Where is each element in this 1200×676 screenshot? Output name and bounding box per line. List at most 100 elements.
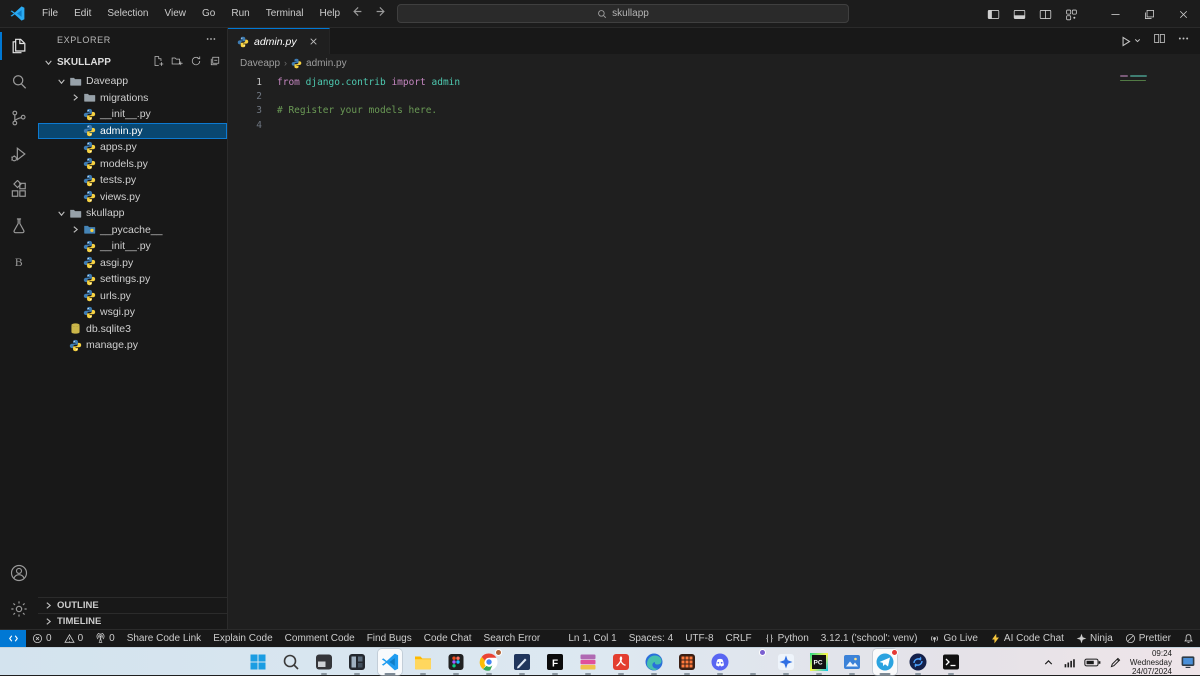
taskbar-app-widgets[interactable]	[345, 649, 369, 675]
tree-item-pycache[interactable]: __pycache__	[38, 222, 227, 239]
forward-icon[interactable]	[375, 5, 388, 23]
tray-app-icon[interactable]	[1180, 654, 1196, 670]
menu-terminal[interactable]: Terminal	[258, 0, 312, 28]
minimap[interactable]	[1120, 75, 1156, 84]
taskbar-terminal[interactable]	[939, 649, 963, 675]
code-editor[interactable]: 1 from django.contrib import admin 2 3 # Reg…	[228, 72, 1200, 133]
status-0[interactable]: 0	[58, 630, 90, 648]
refresh-icon[interactable]	[190, 55, 202, 70]
source-control-icon[interactable]	[0, 100, 38, 136]
run-debug-icon[interactable]	[0, 136, 38, 172]
taskbar-f-app[interactable]: F	[543, 649, 567, 675]
run-button[interactable]	[1119, 32, 1142, 50]
taskbar-chrome2[interactable]	[741, 649, 766, 675]
tree-item-init-py[interactable]: __init__.py	[38, 238, 227, 255]
tree-item-init-py[interactable]: __init__.py	[38, 106, 227, 123]
status-prettier[interactable]: Prettier	[1119, 630, 1177, 648]
tree-item-daveapp[interactable]: Daveapp	[38, 73, 227, 90]
status-find-bugs[interactable]: Find Bugs	[361, 630, 418, 648]
tree-item-wsgi-py[interactable]: wsgi.py	[38, 304, 227, 321]
tree-item-models-py[interactable]: models.py	[38, 156, 227, 173]
toggle-panel-icon[interactable]	[1006, 0, 1032, 28]
breadcrumb-file[interactable]: admin.py	[306, 58, 347, 69]
b-ext-icon[interactable]: B	[0, 244, 38, 280]
menu-run[interactable]: Run	[223, 0, 257, 28]
tree-item-tests-py[interactable]: tests.py	[38, 172, 227, 189]
status-ln-1-col-1[interactable]: Ln 1, Col 1	[562, 630, 622, 648]
pen-icon[interactable]	[1109, 656, 1122, 669]
tree-item-skullapp[interactable]: skullapp	[38, 205, 227, 222]
taskbar-search[interactable]	[279, 649, 303, 675]
more-actions-icon[interactable]	[205, 33, 217, 47]
tree-item-admin-py[interactable]: admin.py	[38, 122, 227, 139]
new-file-icon[interactable]	[152, 55, 164, 70]
collapse-folders-icon[interactable]	[209, 55, 221, 70]
breadcrumb[interactable]: Daveapp › admin.py	[228, 54, 1200, 72]
menu-file[interactable]: File	[34, 0, 66, 28]
battery-icon[interactable]	[1084, 657, 1101, 668]
status-0[interactable]: 0	[89, 630, 121, 648]
status-bell[interactable]	[1177, 630, 1200, 648]
status-share-code-link[interactable]: Share Code Link	[121, 630, 208, 648]
status-explain-code[interactable]: Explain Code	[207, 630, 278, 648]
taskbar-chrome[interactable]	[477, 649, 502, 675]
accounts-icon[interactable]	[0, 555, 38, 591]
tree-item-urls-py[interactable]: urls.py	[38, 288, 227, 305]
taskbar-start[interactable]	[246, 649, 270, 675]
taskbar-winrar[interactable]	[576, 649, 600, 675]
tree-item-asgi-py[interactable]: asgi.py	[38, 255, 227, 272]
taskbar-star-app[interactable]	[774, 649, 798, 675]
tree-item-db-sqlite3[interactable]: db.sqlite3	[38, 321, 227, 338]
breadcrumb-folder[interactable]: Daveapp	[240, 58, 280, 69]
status-0[interactable]: 0	[26, 630, 58, 648]
extensions-icon[interactable]	[0, 172, 38, 208]
status-utf-8[interactable]: UTF-8	[679, 630, 719, 648]
clock[interactable]: 09:24 Wednesday 24/07/2024	[1130, 649, 1172, 676]
close-tab-icon[interactable]	[308, 36, 320, 48]
tab-admin-py[interactable]: admin.py	[228, 28, 330, 54]
taskbar-telegram[interactable]	[873, 649, 898, 675]
tree-item-migrations[interactable]: migrations	[38, 90, 227, 107]
tree-item-apps-py[interactable]: apps.py	[38, 139, 227, 156]
taskbar-acrobat[interactable]	[609, 649, 633, 675]
status-code-chat[interactable]: Code Chat	[418, 630, 478, 648]
project-section-header[interactable]: SKULLAPP	[38, 52, 227, 72]
menu-go[interactable]: Go	[194, 0, 223, 28]
status-spaces-4[interactable]: Spaces: 4	[623, 630, 679, 648]
taskbar-photos[interactable]	[840, 649, 864, 675]
taskbar-discord[interactable]	[708, 649, 732, 675]
taskbar-vscode[interactable]	[378, 649, 402, 675]
timeline-section[interactable]: TIMELINE	[38, 613, 227, 629]
status-remote[interactable]	[0, 629, 26, 648]
status-3-12-1-school-venv[interactable]: 3.12.1 ('school': venv)	[815, 630, 924, 648]
outline-section[interactable]: OUTLINE	[38, 597, 227, 613]
more-actions-icon[interactable]	[1177, 32, 1190, 50]
taskbar-pen-app[interactable]	[510, 649, 534, 675]
settings-icon[interactable]	[0, 591, 38, 627]
taskbar-edge[interactable]	[642, 649, 666, 675]
taskbar-figma[interactable]	[444, 649, 468, 675]
customize-layout-icon[interactable]	[1058, 0, 1084, 28]
split-editor-icon[interactable]	[1153, 32, 1166, 50]
status-ai-code-chat[interactable]: AI Code Chat	[984, 630, 1070, 648]
new-folder-icon[interactable]	[171, 55, 183, 70]
toggle-sidebar-icon[interactable]	[980, 0, 1006, 28]
status-go-live[interactable]: Go Live	[923, 630, 983, 648]
menu-view[interactable]: View	[157, 0, 195, 28]
tree-item-views-py[interactable]: views.py	[38, 189, 227, 206]
tree-item-manage-py[interactable]: manage.py	[38, 337, 227, 354]
status-search-error[interactable]: Search Error	[478, 630, 547, 648]
tree-item-settings-py[interactable]: settings.py	[38, 271, 227, 288]
explorer-icon[interactable]	[0, 28, 38, 64]
status-crlf[interactable]: CRLF	[720, 630, 758, 648]
minimize-button[interactable]	[1098, 0, 1132, 28]
taskbar-explorer[interactable]	[411, 649, 435, 675]
status-python[interactable]: Python	[758, 630, 815, 648]
menu-edit[interactable]: Edit	[66, 0, 99, 28]
status-ninja[interactable]: Ninja	[1070, 630, 1119, 648]
search-icon[interactable]	[0, 64, 38, 100]
chevron-up-icon[interactable]	[1042, 656, 1055, 669]
close-button[interactable]	[1166, 0, 1200, 28]
taskbar-sync-app[interactable]	[906, 649, 930, 675]
back-icon[interactable]	[350, 5, 363, 23]
